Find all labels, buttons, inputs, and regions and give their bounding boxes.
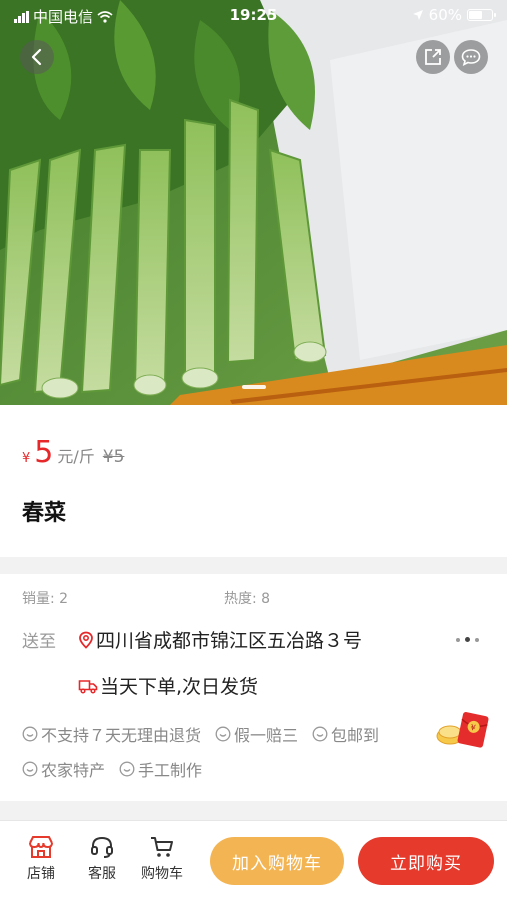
delivery-text: 当天下单,次日发货 (100, 676, 259, 698)
status-right: 60% (412, 6, 496, 24)
status-bar: 中国电信 19:25 60% (0, 0, 507, 30)
headset-icon (91, 836, 113, 858)
tag-label: 手工制作 (138, 761, 203, 780)
price-value: 5 (34, 435, 54, 470)
info-section: 销量: 2 热度: 8 送至 四川省成都市锦江区五冶路３号 当天下单,次日发货 … (0, 574, 507, 801)
battery-icon (467, 9, 496, 21)
tag-no-return: 不支持７天无理由退货 (22, 722, 201, 746)
tag-handmade: 手工制作 (119, 757, 202, 781)
smile-check-icon (312, 726, 328, 742)
location-arrow-icon (412, 10, 423, 20)
battery-percent: 60% (428, 6, 462, 24)
cart-label: 购物车 (141, 866, 183, 882)
smile-check-icon (119, 761, 135, 777)
add-to-cart-button[interactable]: 加入购物车 (210, 837, 344, 885)
smile-check-icon (215, 726, 231, 742)
tag-farm-specialty: 农家特产 (22, 757, 105, 781)
tag-label: 不支持７天无理由退货 (41, 726, 202, 745)
message-button[interactable] (454, 40, 488, 74)
smile-check-icon (22, 726, 38, 742)
ship-to-label: 送至 (22, 632, 56, 652)
heat-count: 热度: 8 (224, 591, 271, 607)
service-tags-row-1: 不支持７天无理由退货 假一赔三 包邮到 (22, 722, 379, 746)
delivery-info: 当天下单,次日发货 (78, 672, 258, 699)
tag-label: 农家特产 (41, 761, 106, 780)
bottom-action-bar: 店铺 客服 购物车 加入购物车 立即购买 (0, 820, 507, 900)
share-icon (425, 49, 441, 65)
smile-check-icon (22, 761, 38, 777)
chat-icon (461, 49, 481, 66)
currency-symbol: ¥ (22, 451, 31, 466)
buy-now-button[interactable]: 立即购买 (358, 837, 494, 885)
truck-icon (78, 679, 98, 694)
original-price: ¥5 (102, 447, 125, 467)
tag-label: 包邮到 (331, 726, 380, 745)
tag-label: 假一赔三 (234, 726, 299, 745)
sales-count: 销量: 2 (22, 591, 69, 607)
shipping-address[interactable]: 四川省成都市锦江区五冶路３号 (78, 626, 362, 653)
more-options-icon[interactable] (456, 637, 479, 642)
shop-label: 店铺 (27, 866, 55, 882)
price-unit: 元/斤 (57, 447, 95, 466)
product-image[interactable]: 中国电信 19:25 60% (0, 0, 507, 405)
customer-service-button[interactable]: 客服 (77, 835, 127, 883)
service-label: 客服 (88, 866, 116, 882)
carousel-indicator (242, 385, 266, 389)
service-tags-row-2: 农家特产 手工制作 (22, 757, 202, 781)
share-button[interactable] (416, 40, 450, 74)
red-packet-icon[interactable]: ¥ (436, 710, 494, 750)
address-text: 四川省成都市锦江区五冶路３号 (96, 630, 363, 652)
price-section: ¥ 5 元/斤 ¥5 春菜 (0, 405, 507, 557)
tag-free-shipping: 包邮到 (312, 722, 379, 746)
shop-button[interactable]: 店铺 (16, 835, 66, 883)
chevron-left-icon (31, 48, 42, 66)
product-title: 春菜 (22, 501, 67, 526)
store-icon (29, 836, 53, 858)
location-pin-icon (79, 631, 93, 649)
cart-icon (151, 837, 173, 857)
tag-fake-compensation: 假一赔三 (215, 722, 298, 746)
price-row: ¥ 5 元/斤 ¥5 (22, 435, 124, 470)
back-button[interactable] (20, 40, 54, 74)
cart-button[interactable]: 购物车 (137, 835, 187, 883)
